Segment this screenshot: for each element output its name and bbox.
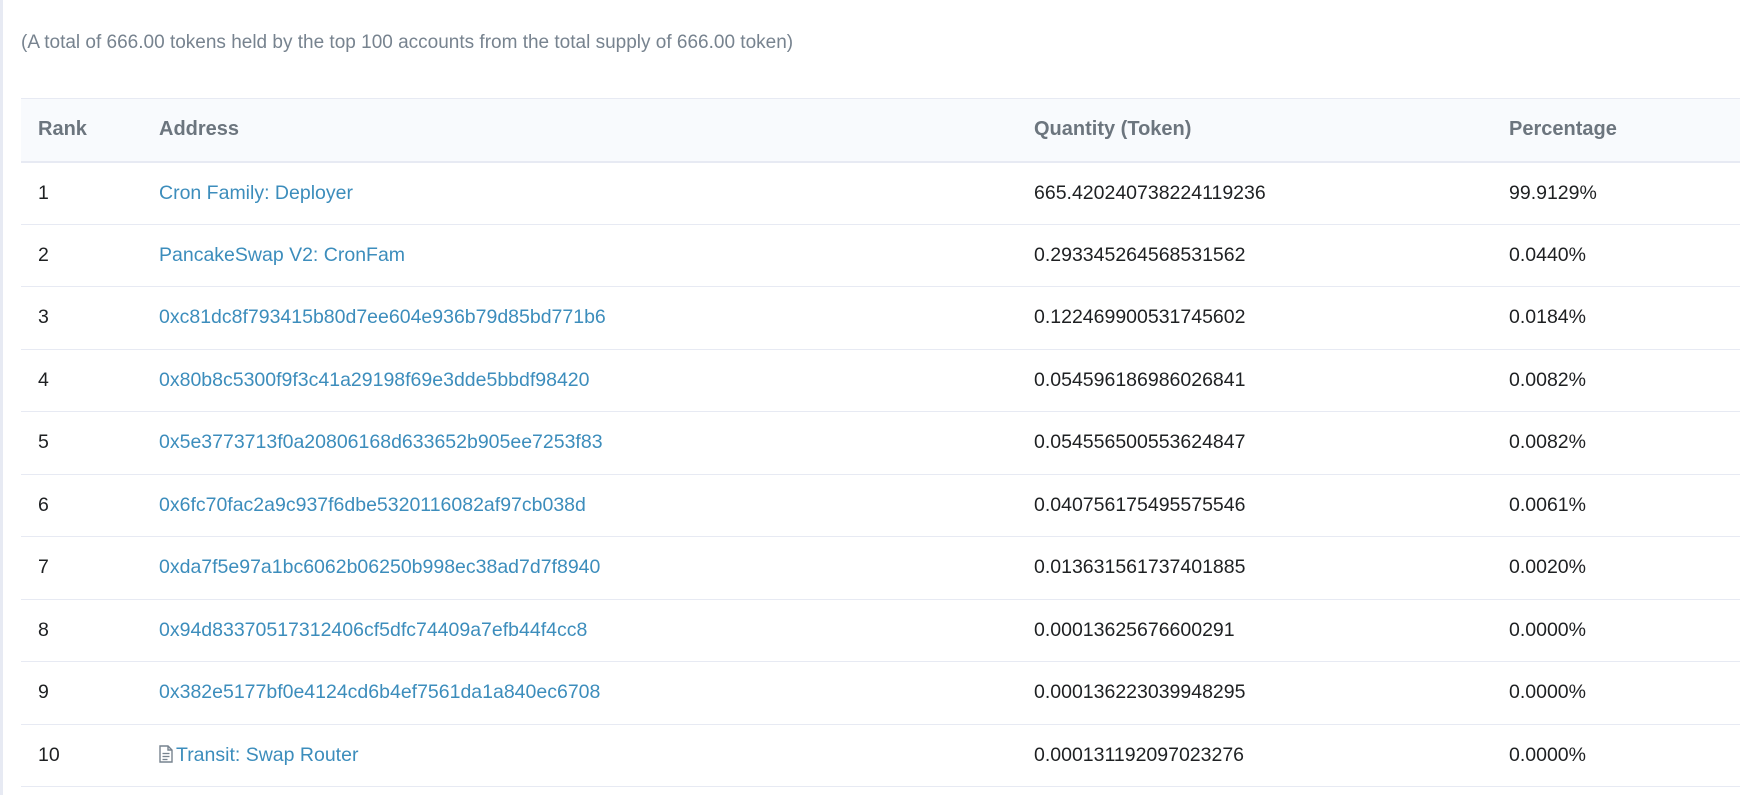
holders-table: Rank Address Quantity (Token) Percentage… <box>21 98 1740 787</box>
holder-rank: 7 <box>38 556 49 579</box>
holder-rank: 5 <box>38 431 49 454</box>
header-row: Rank Address Quantity (Token) Percentage <box>21 98 1740 162</box>
column-header-percentage: Percentage <box>1509 118 1617 141</box>
holder-percentage: 0.0061% <box>1509 493 1586 516</box>
holder-rank: 10 <box>38 743 60 766</box>
holder-quantity: 0.013631561737401885 <box>1034 556 1246 579</box>
holder-address-cell: Cron Family: Deployer <box>159 162 1034 225</box>
table-row: 10 Transit: Swap Router 0.0001311920970232… <box>21 724 1740 787</box>
holder-address-cell: 0x6fc70fac2a9c937f6dbe5320116082af97cb03… <box>159 474 1034 537</box>
holder-address-link[interactable]: 0x94d83370517312406cf5dfc74409a7efb44f4c… <box>159 619 587 641</box>
holder-address-cell: 0x5e3773713f0a20806168d633652b905ee7253f… <box>159 412 1034 475</box>
holder-quantity: 0.000131192097023276 <box>1034 743 1245 766</box>
holder-percentage: 0.0184% <box>1509 306 1586 329</box>
holder-percentage: 0.0000% <box>1509 618 1586 641</box>
holder-quantity: 0.00013625676600291 <box>1034 618 1235 641</box>
holder-rank: 8 <box>38 618 49 641</box>
holder-rank: 2 <box>38 243 49 266</box>
holders-table-header: Rank Address Quantity (Token) Percentage <box>21 98 1740 162</box>
holder-address-link[interactable]: 0x80b8c5300f9f3c41a29198f69e3dde5bbdf984… <box>159 369 590 391</box>
holder-percentage: 0.0000% <box>1509 681 1586 704</box>
holder-address-cell: 0x382e5177bf0e4124cd6b4ef7561da1a840ec67… <box>159 662 1034 725</box>
column-header-address: Address <box>159 118 240 141</box>
holder-quantity: 0.122469900531745602 <box>1034 306 1246 329</box>
holder-quantity: 0.040756175495575546 <box>1034 493 1246 516</box>
holder-quantity: 0.054596186986026841 <box>1034 368 1246 391</box>
holder-address-cell: PancakeSwap V2: CronFam <box>159 224 1034 287</box>
holder-quantity: 0.293345264568531562 <box>1034 243 1246 266</box>
table-row: 7 0xda7f5e97a1bc6062b06250b998ec38ad7d7f8… <box>21 537 1740 600</box>
table-row: 9 0x382e5177bf0e4124cd6b4ef7561da1a840ec6… <box>21 662 1740 725</box>
table-row: 4 0x80b8c5300f9f3c41a29198f69e3dde5bbdf98… <box>21 349 1740 412</box>
contract-file-icon <box>159 745 173 763</box>
table-row: 6 0x6fc70fac2a9c937f6dbe5320116082af97cb0… <box>21 474 1740 537</box>
holder-address-cell: 0x94d83370517312406cf5dfc74409a7efb44f4c… <box>159 599 1034 662</box>
holder-percentage: 99.9129% <box>1509 181 1597 204</box>
holder-percentage: 0.0082% <box>1509 431 1586 454</box>
holder-quantity: 665.420240738224119236 <box>1034 181 1266 204</box>
holder-percentage: 0.0440% <box>1509 243 1586 266</box>
holder-address-cell: 0xda7f5e97a1bc6062b06250b998ec38ad7d7f89… <box>159 537 1034 600</box>
holder-address-link[interactable]: 0x382e5177bf0e4124cd6b4ef7561da1a840ec67… <box>159 681 600 703</box>
holders-table-body: 1 Cron Family: Deployer 665.42024073822411… <box>21 162 1740 787</box>
table-row: 2 PancakeSwap V2: CronFam 0.29334526456853… <box>21 224 1740 287</box>
holder-quantity: 0.054556500553624847 <box>1034 431 1246 454</box>
holder-address-cell: 0xc81dc8f793415b80d7ee604e936b79d85bd771… <box>159 287 1034 350</box>
holder-address-link[interactable]: 0xc81dc8f793415b80d7ee604e936b79d85bd771… <box>159 306 606 328</box>
table-row: 3 0xc81dc8f793415b80d7ee604e936b79d85bd77… <box>21 287 1740 350</box>
column-header-rank: Rank <box>38 118 87 141</box>
holder-address-link[interactable]: 0x5e3773713f0a20806168d633652b905ee7253f… <box>159 431 603 453</box>
holder-address-link[interactable]: Transit: Swap Router <box>176 744 358 766</box>
holder-address-link[interactable]: 0x6fc70fac2a9c937f6dbe5320116082af97cb03… <box>159 494 586 516</box>
column-header-quantity: Quantity (Token) <box>1034 118 1192 141</box>
holder-rank: 9 <box>38 681 49 704</box>
table-row: 1 Cron Family: Deployer 665.42024073822411… <box>21 162 1740 225</box>
holder-address-link[interactable]: 0xda7f5e97a1bc6062b06250b998ec38ad7d7f89… <box>159 556 600 578</box>
holder-quantity: 0.000136223039948295 <box>1034 681 1246 704</box>
table-row: 8 0x94d83370517312406cf5dfc74409a7efb44f4… <box>21 599 1740 662</box>
holder-address-cell: 0x80b8c5300f9f3c41a29198f69e3dde5bbdf984… <box>159 349 1034 412</box>
holder-percentage: 0.0082% <box>1509 368 1586 391</box>
holder-rank: 1 <box>38 181 49 204</box>
holder-percentage: 0.0000% <box>1509 743 1586 766</box>
holder-address-link[interactable]: Cron Family: Deployer <box>159 182 353 204</box>
holder-rank: 6 <box>38 493 49 516</box>
holder-address-cell: Transit: Swap Router <box>159 724 1034 787</box>
holders-summary: (A total of 666.00 tokens held by the to… <box>21 32 794 53</box>
holder-address-link[interactable]: PancakeSwap V2: CronFam <box>159 244 405 266</box>
table-row: 5 0x5e3773713f0a20806168d633652b905ee7253… <box>21 412 1740 475</box>
holder-percentage: 0.0020% <box>1509 556 1586 579</box>
holder-rank: 3 <box>38 306 49 329</box>
token-holders-page: (A total of 666.00 tokens held by the to… <box>0 0 1740 795</box>
holder-rank: 4 <box>38 368 49 391</box>
